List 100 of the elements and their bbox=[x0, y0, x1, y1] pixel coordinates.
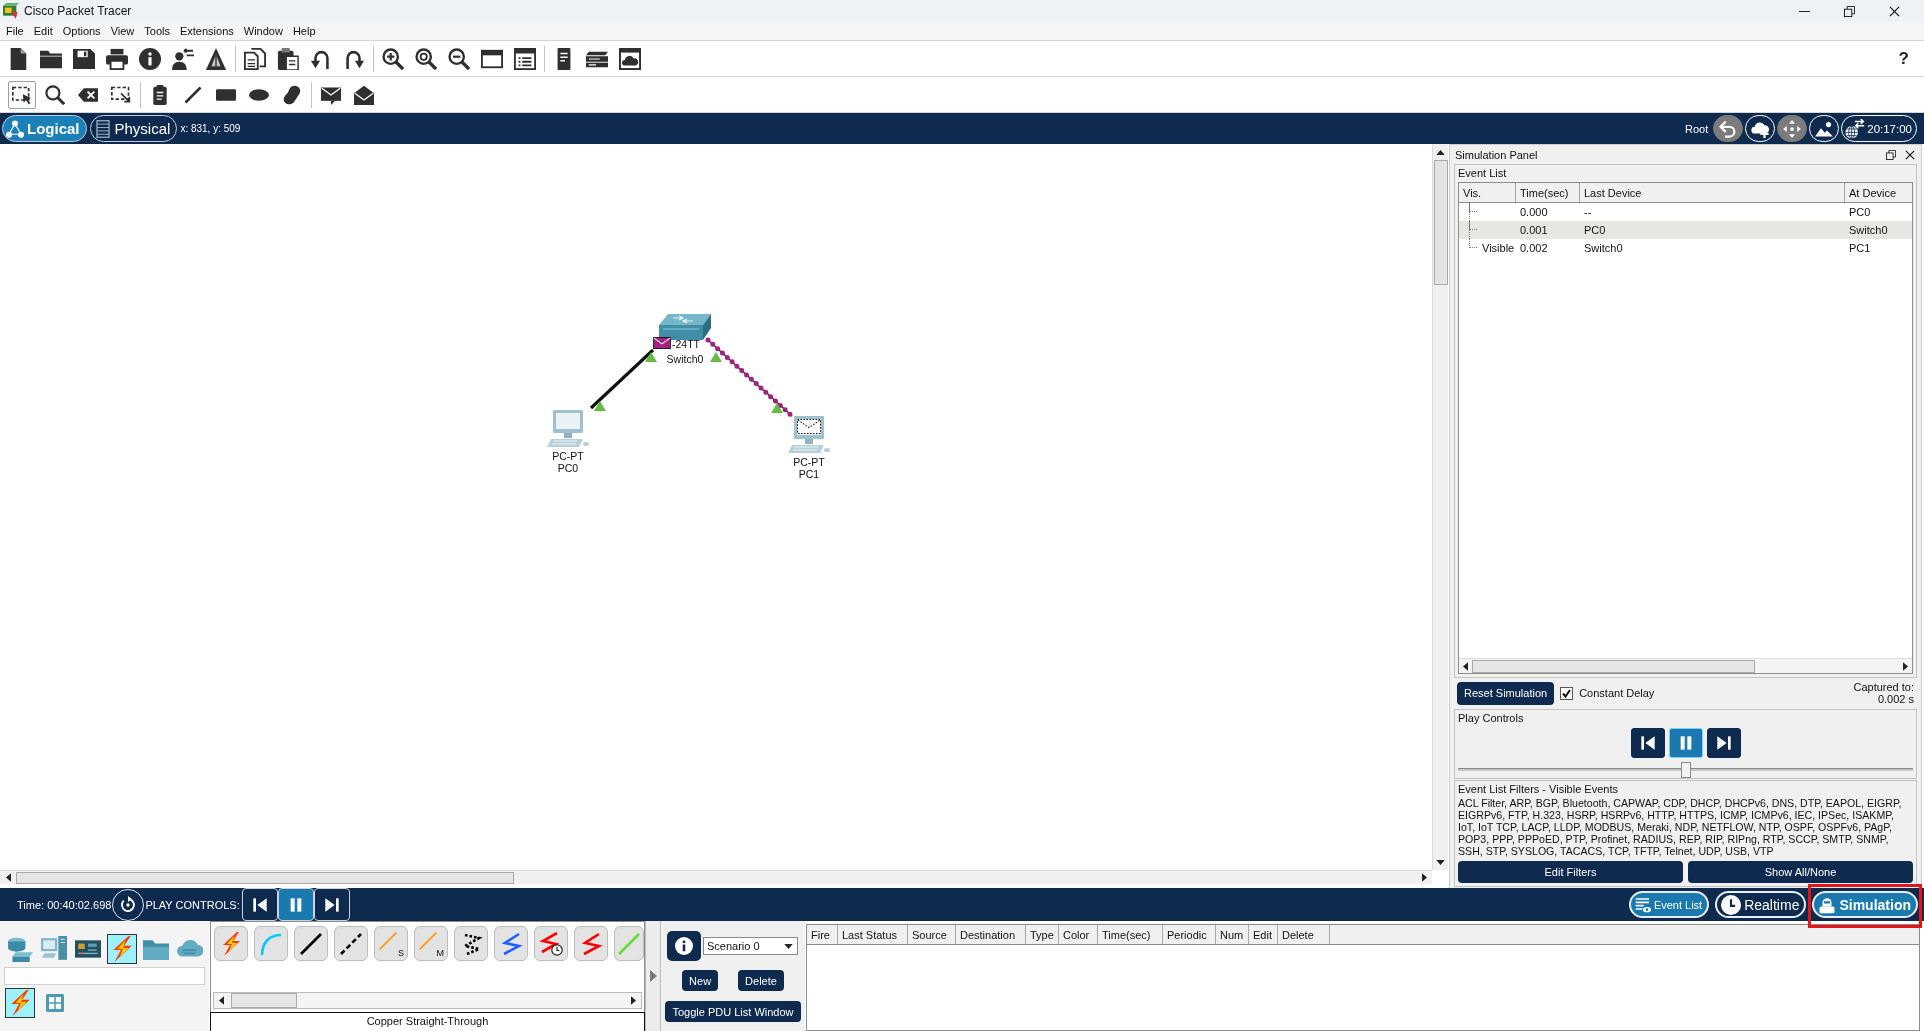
arrow-left-icon[interactable] bbox=[1463, 661, 1468, 671]
column-header[interactable]: Fire bbox=[807, 925, 838, 944]
table-cell-text: PC1 bbox=[1848, 242, 1871, 254]
scrollbar-thumb[interactable] bbox=[1433, 160, 1448, 285]
search-icon[interactable] bbox=[44, 84, 65, 105]
list-window-icon[interactable] bbox=[514, 47, 536, 70]
ellipse-icon[interactable] bbox=[248, 88, 269, 101]
grid-icon[interactable] bbox=[46, 994, 64, 1012]
table-cell-text: PC0 bbox=[1583, 224, 1606, 236]
select-icon[interactable] bbox=[7, 80, 36, 109]
scrollbar[interactable] bbox=[1459, 658, 1912, 673]
search-field[interactable] bbox=[4, 967, 205, 985]
menu-item[interactable]: View bbox=[105, 23, 140, 39]
column-header[interactable]: Source bbox=[908, 925, 956, 944]
column-header[interactable]: Delete bbox=[1278, 925, 1330, 944]
save-icon[interactable] bbox=[73, 47, 95, 70]
column-header[interactable]: Last Device bbox=[1580, 183, 1845, 202]
cable-type-button[interactable]: S bbox=[374, 926, 408, 961]
cable-type-button[interactable]: M bbox=[414, 926, 448, 961]
lightning-icon[interactable] bbox=[5, 988, 35, 1018]
mode-button[interactable]: Simulation bbox=[1812, 891, 1918, 918]
column-header[interactable]: Last Status bbox=[838, 925, 908, 944]
filter-button[interactable]: Edit Filters bbox=[1458, 861, 1683, 883]
scenario-dropdown[interactable]: Scenario 0 bbox=[703, 937, 798, 955]
maximize-icon[interactable] bbox=[1844, 5, 1855, 17]
pause-button[interactable] bbox=[1668, 728, 1703, 758]
resize-icon[interactable] bbox=[110, 84, 131, 105]
scrollbar[interactable] bbox=[0, 870, 1432, 884]
info-button[interactable] bbox=[667, 931, 701, 961]
scrollbar-thumb[interactable] bbox=[1472, 659, 1755, 673]
arrow-right-icon[interactable] bbox=[631, 996, 636, 1005]
switch-icon[interactable] bbox=[659, 314, 711, 340]
network-device-icon[interactable] bbox=[7, 936, 33, 962]
user-list-icon[interactable] bbox=[172, 47, 194, 70]
printer-icon[interactable] bbox=[106, 47, 128, 70]
pause-button[interactable] bbox=[277, 888, 314, 921]
checkbox[interactable] bbox=[1560, 686, 1574, 700]
arrow-right-icon[interactable] bbox=[1903, 661, 1908, 671]
menu-item[interactable]: Help bbox=[287, 23, 321, 39]
close-icon[interactable] bbox=[1889, 5, 1900, 17]
arrow-right-icon[interactable] bbox=[1421, 873, 1427, 882]
column-header[interactable]: Time(sec) bbox=[1516, 183, 1580, 202]
cloud-window-icon[interactable] bbox=[619, 47, 641, 70]
view-tab[interactable]: Physical bbox=[89, 115, 178, 142]
open-envelope-icon[interactable] bbox=[353, 84, 374, 105]
column-header[interactable]: Color bbox=[1059, 925, 1098, 944]
menu-item[interactable]: Extensions bbox=[174, 23, 239, 39]
scrollbar[interactable] bbox=[213, 992, 642, 1009]
rectangle-icon[interactable] bbox=[215, 88, 236, 101]
close-icon[interactable] bbox=[1905, 149, 1915, 160]
minimize-icon[interactable] bbox=[1799, 10, 1810, 12]
add-cloud-button[interactable] bbox=[1745, 115, 1776, 142]
column-header[interactable]: Type bbox=[1026, 925, 1059, 944]
column-header[interactable]: Periodic bbox=[1163, 925, 1216, 944]
zoom-in-icon[interactable] bbox=[382, 47, 404, 70]
scrollbar[interactable] bbox=[1432, 144, 1448, 870]
skip-forward-button[interactable] bbox=[1706, 728, 1741, 758]
mode-button[interactable]: Realtime bbox=[1715, 891, 1807, 918]
clipboard-icon[interactable] bbox=[277, 47, 299, 70]
blob-icon[interactable] bbox=[281, 84, 302, 105]
event-row[interactable]: Visible 0.002 Switch0 PC1 bbox=[1459, 239, 1912, 257]
column-header[interactable]: Edit bbox=[1249, 925, 1278, 944]
lightning-icon[interactable] bbox=[107, 934, 137, 964]
clock-button[interactable]: 20:17:00 bbox=[1841, 115, 1917, 142]
toggle-pdu-list-button[interactable]: Toggle PDU List Window bbox=[665, 1001, 801, 1022]
filter-button[interactable]: Show All/None bbox=[1688, 861, 1913, 883]
arrow-left-icon[interactable] bbox=[5, 873, 11, 882]
menu-item[interactable]: File bbox=[1, 23, 29, 39]
reset-simulation-button[interactable]: Reset Simulation bbox=[1457, 681, 1555, 705]
skip-back-button[interactable] bbox=[1630, 728, 1665, 758]
restore-icon[interactable] bbox=[1886, 149, 1896, 160]
column-header[interactable]: At Device bbox=[1845, 183, 1912, 202]
zoom-out-icon[interactable] bbox=[448, 47, 470, 70]
menu-item[interactable]: Edit bbox=[28, 23, 58, 39]
pdu-button[interactable]: New bbox=[682, 970, 719, 991]
pyramid-icon[interactable] bbox=[205, 47, 227, 70]
arrow-left-icon[interactable] bbox=[219, 996, 224, 1005]
column-header[interactable]: Destination bbox=[956, 925, 1026, 944]
column-header[interactable]: Time(sec) bbox=[1098, 925, 1163, 944]
menu-item[interactable]: Tools bbox=[139, 23, 175, 39]
menu-item[interactable]: Window bbox=[238, 23, 288, 39]
info-icon[interactable] bbox=[139, 47, 161, 70]
mode-button[interactable]: Event List bbox=[1628, 891, 1710, 918]
scrollbar-thumb[interactable] bbox=[16, 871, 514, 884]
event-row[interactable]: 0.001 PC0 Switch0 bbox=[1459, 221, 1912, 239]
column-header[interactable]: Num bbox=[1216, 925, 1249, 944]
view-tab[interactable]: Logical bbox=[2, 115, 87, 142]
copy-icon[interactable] bbox=[244, 47, 266, 70]
pdu-button[interactable]: Delete bbox=[738, 970, 784, 991]
column-header[interactable]: Vis. bbox=[1459, 183, 1516, 202]
window-icon[interactable] bbox=[481, 47, 503, 70]
zoom-icon[interactable] bbox=[415, 47, 437, 70]
panel-toggle[interactable] bbox=[645, 921, 661, 1031]
line-icon[interactable] bbox=[182, 84, 203, 105]
arrow-down-icon[interactable] bbox=[1436, 859, 1445, 865]
scrollbar-thumb[interactable] bbox=[231, 993, 297, 1008]
help-button[interactable]: ? bbox=[1898, 48, 1909, 69]
menu-item[interactable]: Options bbox=[57, 23, 106, 39]
arrow-up-icon[interactable] bbox=[1436, 149, 1445, 155]
slider-thumb[interactable] bbox=[1680, 762, 1691, 778]
